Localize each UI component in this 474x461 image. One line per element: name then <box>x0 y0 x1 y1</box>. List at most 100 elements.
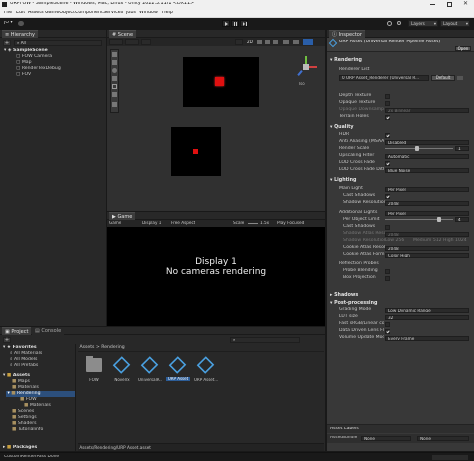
menu-gameobject[interactable]: GameObject <box>45 11 75 16</box>
layout-dropdown[interactable]: Layout ▾ <box>440 20 470 27</box>
project-search-input[interactable]: ⌕ <box>230 337 300 343</box>
default-button[interactable]: Default <box>431 75 455 81</box>
lod-cross-fade-checkbox[interactable] <box>385 161 390 166</box>
play-mode-dropdown[interactable]: Play Focused <box>277 221 304 225</box>
account-button[interactable]: JO ▾ <box>4 21 13 26</box>
menu-edit[interactable]: Edit <box>16 11 25 16</box>
step-button[interactable] <box>240 20 248 27</box>
tab-project[interactable]: ▣ Project <box>2 327 32 335</box>
hand-tool-icon[interactable] <box>112 52 117 57</box>
pause-button[interactable] <box>231 20 239 27</box>
menu-component[interactable]: Component <box>75 11 103 16</box>
local-dropdown[interactable] <box>125 39 139 45</box>
breadcrumb-rendering[interactable]: Rendering <box>101 345 124 350</box>
play-button[interactable] <box>222 20 230 27</box>
scene-quad-bottom[interactable] <box>171 127 221 176</box>
asset-item[interactable]: Novelrx <box>111 356 133 386</box>
tab-console[interactable]: ▤ Console <box>32 327 65 335</box>
menu-help[interactable]: Help <box>162 11 173 16</box>
fast-srgb-checkbox[interactable] <box>385 322 390 327</box>
depth-texture-checkbox[interactable] <box>385 94 390 99</box>
section-post-processing[interactable]: ▾ Post-processing <box>330 300 377 307</box>
box-projection-checkbox[interactable] <box>385 276 390 281</box>
custom-tool-icon[interactable] <box>112 102 117 107</box>
volume-update-mode-dropdown[interactable]: Every Frame <box>385 336 469 341</box>
transform-tool-icon[interactable] <box>112 92 117 97</box>
lut-size-input[interactable]: 32 <box>385 315 469 320</box>
section-quality[interactable]: ▾ Quality <box>330 124 354 131</box>
menu-file[interactable]: File <box>4 11 12 16</box>
asset-labels-bar[interactable]: Asset Labels <box>327 424 474 433</box>
list-remove-button[interactable] <box>457 76 463 80</box>
tree-item[interactable]: ■ Tutorialinfo <box>12 427 74 433</box>
probe-blending-checkbox[interactable] <box>385 269 390 274</box>
shading-mode-button[interactable] <box>235 39 243 45</box>
asset-item[interactable]: UniversalR... <box>138 356 162 386</box>
render-scale-value[interactable]: 1 <box>455 146 469 151</box>
section-shadows[interactable]: ▸ Shadows <box>330 292 358 299</box>
upscaling-filter-dropdown[interactable]: Automatic <box>385 154 469 159</box>
add-button[interactable]: + <box>3 40 11 46</box>
gizmos-toggle-icon[interactable] <box>303 39 313 45</box>
scale-slider[interactable] <box>248 223 258 224</box>
effects-toggle-icon[interactable] <box>273 40 278 44</box>
minimize-button[interactable] <box>430 4 435 5</box>
history-icon[interactable] <box>387 21 392 26</box>
menu-jobs[interactable]: Jobs <box>126 11 136 16</box>
asset-item-selected[interactable]: URP Asset <box>166 356 190 386</box>
asset-bundle-dropdown[interactable]: None <box>361 436 411 441</box>
scale-tool-icon[interactable] <box>112 76 117 81</box>
camera-settings-icon[interactable] <box>293 40 299 44</box>
per-object-limit-value[interactable]: 4 <box>455 217 469 222</box>
rotate-tool-icon[interactable] <box>112 68 117 73</box>
opaque-downsampling-dropdown[interactable]: 2x Bilinear <box>385 108 469 113</box>
game-mode-dropdown[interactable]: Game <box>109 221 121 225</box>
audio-toggle-icon[interactable] <box>265 40 270 44</box>
terrain-holes-checkbox[interactable] <box>385 115 390 120</box>
lod-dither-dropdown[interactable]: Blue Noise <box>385 168 469 173</box>
cast-shadows-additional-checkbox[interactable] <box>385 225 390 230</box>
tab-scene[interactable]: # Scene <box>109 30 137 38</box>
shadow-atlas-dropdown[interactable]: 2048 <box>385 232 469 237</box>
render-scale-handle[interactable] <box>415 146 419 151</box>
move-tool-icon[interactable] <box>112 60 117 65</box>
opaque-texture-checkbox[interactable] <box>385 101 390 106</box>
grading-mode-dropdown[interactable]: Low Dynamic Range <box>385 308 469 313</box>
rect-tool-icon[interactable] <box>112 84 117 89</box>
tab-inspector[interactable]: ⓘ Inspector <box>329 30 365 38</box>
cookie-atlas-res-dropdown[interactable]: 2048 <box>385 246 469 251</box>
hidden-objects-icon[interactable] <box>283 40 289 44</box>
tab-game[interactable]: ▶ Game <box>109 212 136 220</box>
anti-aliasing-dropdown[interactable]: Disabled <box>385 140 469 145</box>
tab-hierarchy[interactable]: ≡ Hierarchy <box>2 30 38 38</box>
maximize-button[interactable] <box>447 2 452 7</box>
lighting-toggle-icon[interactable] <box>257 40 262 44</box>
breadcrumb-assets[interactable]: Assets <box>79 345 94 350</box>
menu-services[interactable]: Services <box>103 11 123 16</box>
asset-item[interactable]: URP Asset... <box>194 356 218 386</box>
project-add-button[interactable]: + <box>3 337 11 343</box>
orientation-gizmo[interactable] <box>293 54 319 80</box>
renderer-list-item[interactable]: 0 URP Asset_Renderer (Universal R... <box>339 75 429 81</box>
shadow-resolution-dropdown[interactable]: 2048 <box>385 201 469 206</box>
additional-lights-dropdown[interactable]: Per Pixel <box>385 211 469 216</box>
per-object-limit-slider[interactable] <box>385 219 453 220</box>
scene-quad-top[interactable] <box>183 57 259 107</box>
hierarchy-search-input[interactable]: ⌕ All <box>14 40 102 46</box>
aspect-dropdown[interactable]: Free Aspect <box>171 221 195 225</box>
tree-item[interactable]: ⌕ All Prefabs <box>10 363 74 369</box>
section-rendering[interactable]: ▾ Rendering <box>330 57 362 64</box>
cast-shadows-checkbox[interactable] <box>385 194 390 199</box>
hierarchy-item[interactable]: ▢ FOV <box>16 72 104 78</box>
data-driven-lens-checkbox[interactable] <box>385 329 390 334</box>
close-icon[interactable]: ✕ <box>463 1 468 7</box>
menu-window[interactable]: Window <box>139 11 158 16</box>
section-lighting[interactable]: ▾ Lighting <box>330 177 356 184</box>
cloud-icon[interactable] <box>18 21 24 26</box>
cookie-atlas-format-dropdown[interactable]: Color High <box>385 253 469 258</box>
display-dropdown[interactable]: Display 1 <box>142 221 161 225</box>
search-icon[interactable] <box>397 21 401 25</box>
main-light-dropdown[interactable]: Per Pixel <box>385 187 469 192</box>
asset-item[interactable]: FOW <box>84 356 104 386</box>
tree-packages[interactable]: ▸ ■ Packages <box>3 445 75 451</box>
